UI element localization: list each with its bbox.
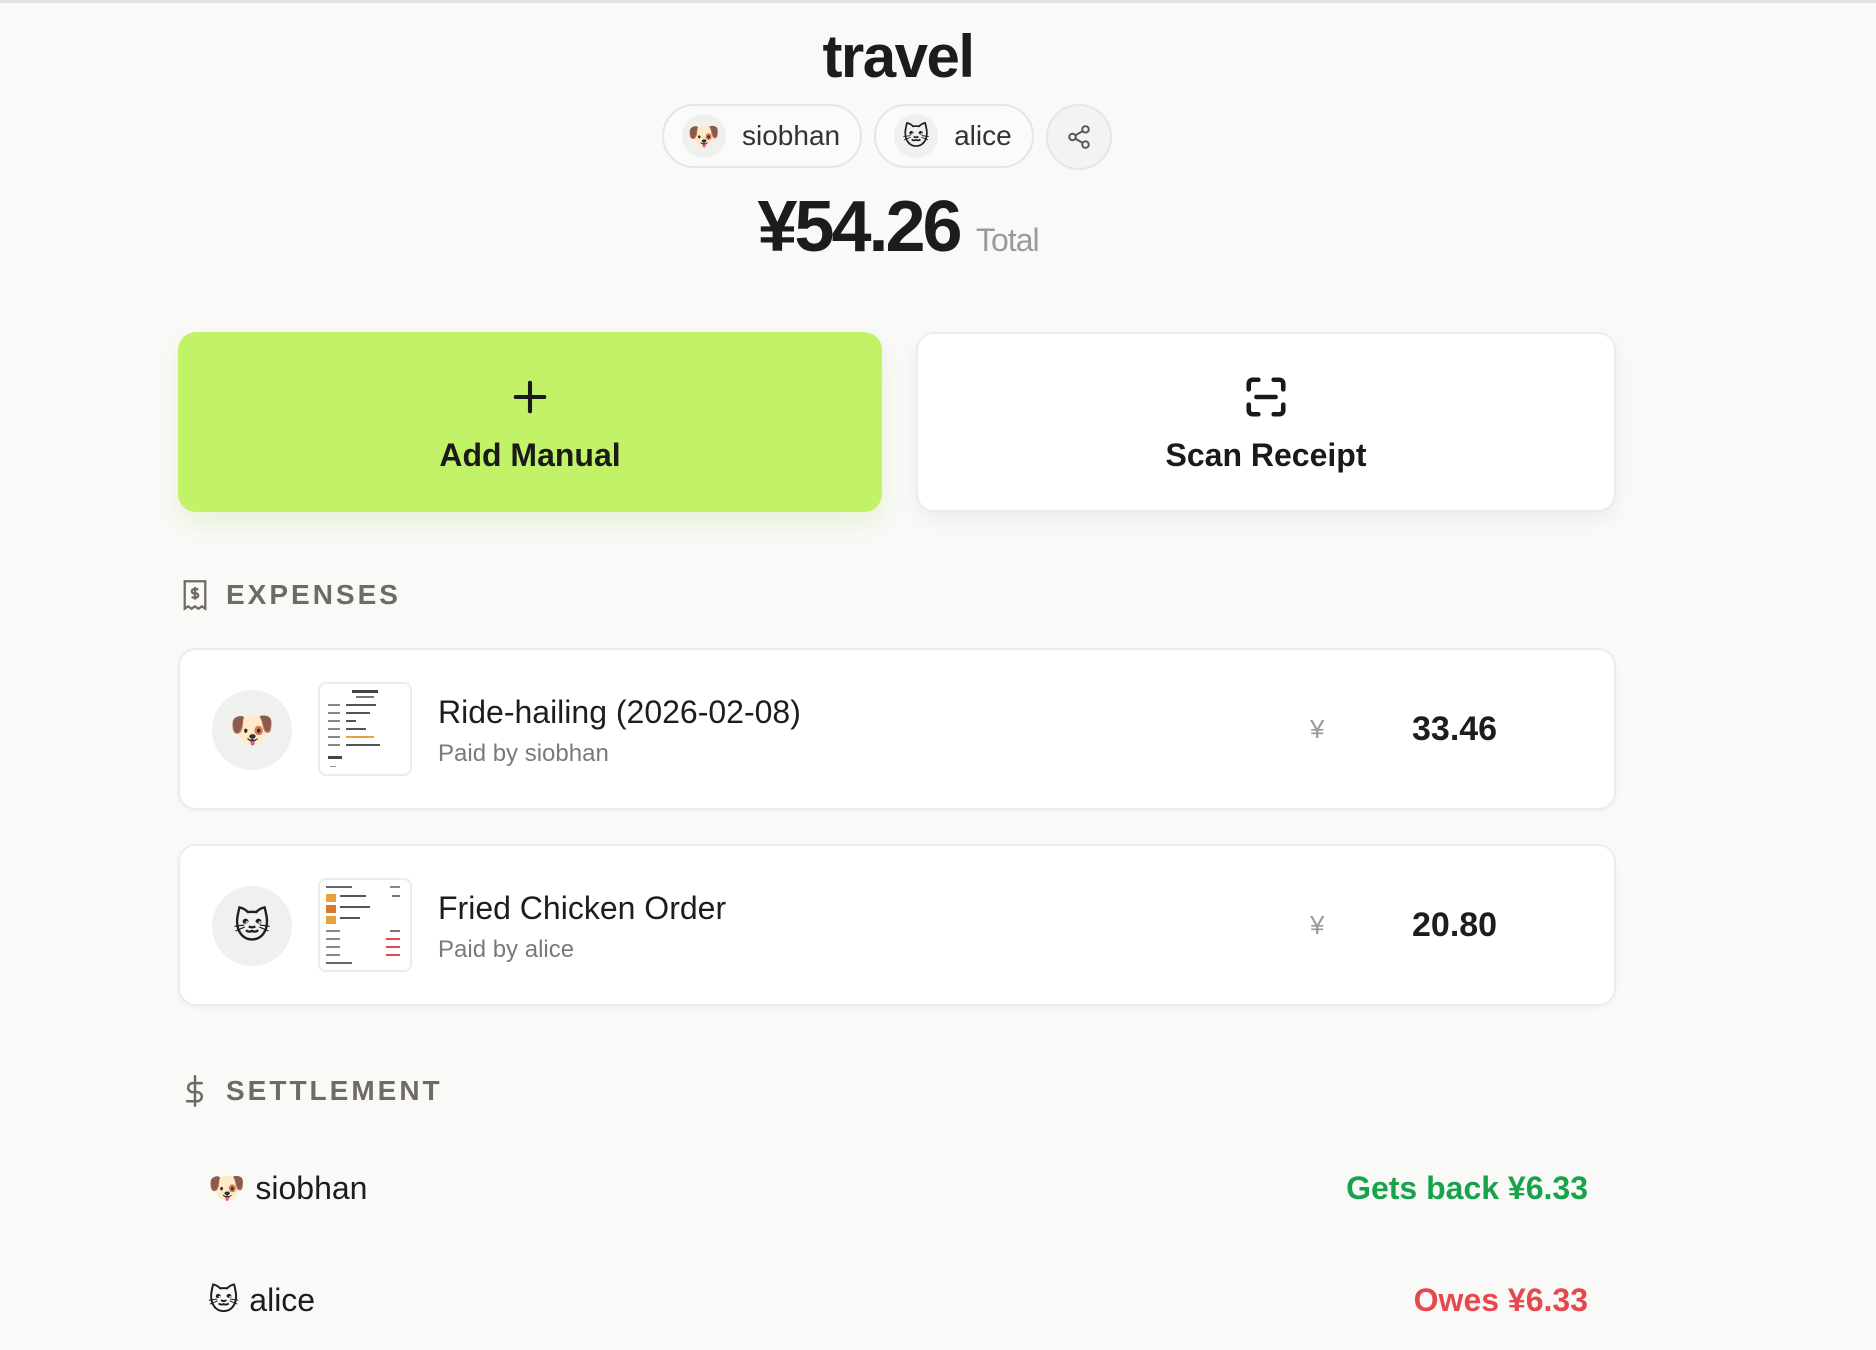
scan-icon bbox=[1246, 376, 1286, 417]
add-manual-label: Add Manual bbox=[439, 436, 621, 473]
settlement-member-name: alice bbox=[249, 1282, 316, 1318]
expense-amount: 20.80 bbox=[1412, 906, 1498, 944]
receipt-preview-image bbox=[328, 690, 380, 767]
share-button[interactable] bbox=[1045, 104, 1112, 170]
expense-amount: 33.46 bbox=[1412, 710, 1498, 748]
expense-title: Ride-hailing (2026-02-08) bbox=[438, 694, 801, 730]
scan-receipt-label: Scan Receipt bbox=[1165, 436, 1367, 473]
currency-symbol: ¥ bbox=[1310, 910, 1325, 940]
member-name: siobhan bbox=[742, 120, 841, 151]
expenses-heading: EXPENSES bbox=[180, 578, 401, 612]
total-summary: ¥54.26 Total bbox=[0, 186, 1796, 268]
member-list: 🐶 siobhan 🐱 alice bbox=[662, 104, 1112, 170]
settlement-row: 🐱 alice Owes ¥6.33 bbox=[208, 1282, 1588, 1319]
currency-symbol: ¥ bbox=[1310, 714, 1325, 744]
expense-item[interactable]: 🐶 Ride-hailing (2026-02-08) Paid by siob… bbox=[178, 648, 1616, 810]
total-label: Total bbox=[976, 222, 1040, 258]
settlement-row: 🐶 siobhan Gets back ¥6.33 bbox=[208, 1170, 1588, 1207]
top-divider bbox=[0, 0, 1876, 3]
dog-face-icon: 🐶 bbox=[682, 114, 726, 158]
member-chip-siobhan[interactable]: 🐶 siobhan bbox=[662, 104, 863, 168]
total-amount: ¥54.26 bbox=[757, 187, 962, 267]
settlement-member-name: siobhan bbox=[255, 1170, 368, 1206]
settlement-heading: SETTLEMENT bbox=[180, 1074, 443, 1108]
cat-face-icon: 🐱 bbox=[894, 114, 939, 158]
settlement-member: 🐶 siobhan bbox=[208, 1170, 367, 1207]
share-icon bbox=[1067, 125, 1090, 149]
receipt-thumbnail[interactable] bbox=[318, 878, 412, 972]
dollar-icon bbox=[185, 1075, 204, 1107]
plus-icon bbox=[513, 380, 547, 413]
dog-face-icon: 🐶 bbox=[208, 1172, 246, 1205]
expense-paid-by: Paid by siobhan bbox=[438, 740, 609, 767]
member-name: alice bbox=[954, 120, 1012, 151]
receipt-preview-image bbox=[326, 886, 400, 964]
dog-face-icon: 🐶 bbox=[212, 690, 292, 770]
settlement-status: Gets back ¥6.33 bbox=[1346, 1170, 1588, 1206]
expense-title: Fried Chicken Order bbox=[438, 890, 727, 926]
expense-item[interactable]: 🐱 Fried Chicken Order Paid by alice ¥ 20… bbox=[178, 844, 1616, 1006]
receipt-thumbnail[interactable] bbox=[318, 682, 412, 776]
receipt-icon bbox=[183, 580, 207, 611]
add-manual-button[interactable]: Add Manual bbox=[178, 332, 882, 512]
expense-paid-by: Paid by alice bbox=[438, 936, 575, 963]
settlement-member: 🐱 alice bbox=[208, 1282, 315, 1319]
member-chip-alice[interactable]: 🐱 alice bbox=[874, 104, 1034, 168]
settlement-status: Owes ¥6.33 bbox=[1413, 1282, 1588, 1318]
scan-receipt-button[interactable]: Scan Receipt bbox=[916, 332, 1616, 512]
cat-face-icon: 🐱 bbox=[212, 886, 292, 966]
expenses-title: EXPENSES bbox=[226, 579, 401, 610]
cat-face-icon: 🐱 bbox=[208, 1284, 240, 1317]
group-title: travel bbox=[822, 23, 975, 90]
settlement-title: SETTLEMENT bbox=[226, 1075, 443, 1106]
